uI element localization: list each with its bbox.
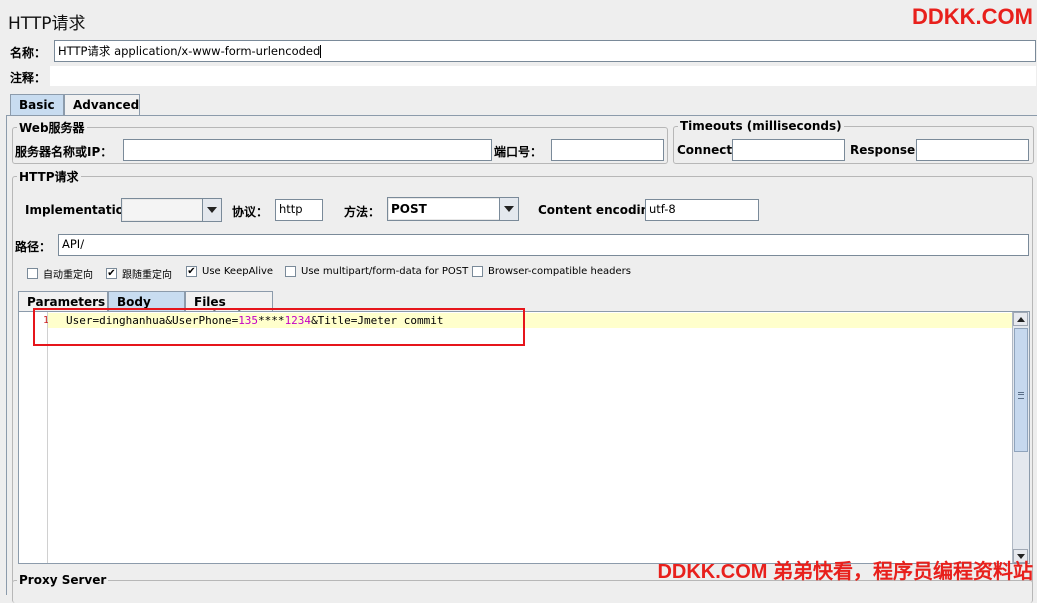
path-input[interactable]: API/ <box>58 234 1029 256</box>
protocol-input[interactable]: http <box>275 199 323 221</box>
proxy-server-legend: Proxy Server <box>19 573 107 587</box>
checkbox-box <box>285 266 296 277</box>
port-input[interactable] <box>551 139 664 161</box>
multipart-checkbox[interactable]: Use multipart/form-data for POST <box>285 266 468 277</box>
checkmark-icon: ✔ <box>106 268 117 279</box>
checkbox-label: Use multipart/form-data for POST <box>301 266 469 277</box>
encoding-input[interactable]: utf-8 <box>645 199 759 221</box>
method-label: 方法： <box>344 205 381 219</box>
scroll-up-button[interactable] <box>1013 312 1028 326</box>
web-server-legend: Web服务器 <box>19 121 85 135</box>
checkmark-icon: ✔ <box>186 266 197 277</box>
port-label: 端口号： <box>494 145 543 159</box>
browser-compatible-checkbox[interactable]: Browser-compatible headers <box>472 266 631 277</box>
name-input[interactable]: HTTP请求 application/x-www-form-urlencoded <box>54 40 1036 62</box>
http-request-legend: HTTP请求 <box>19 170 79 184</box>
watermark-bottom: DDKK.COM 弟弟快看，程序员编程资料站 <box>657 561 1033 583</box>
timeouts-legend: Timeouts (milliseconds) <box>680 119 842 133</box>
server-label: 服务器名称或IP： <box>15 145 113 159</box>
comment-label: 注释： <box>10 71 47 85</box>
follow-redirect-checkbox[interactable]: ✔ 跟随重定向 <box>106 266 172 281</box>
watermark-top: DDKK.COM <box>912 4 1033 29</box>
response-label: Response: <box>850 143 920 157</box>
method-value: POST <box>389 199 500 219</box>
implementation-value <box>123 200 203 220</box>
method-select[interactable]: POST <box>387 197 519 221</box>
connect-input[interactable] <box>732 139 845 161</box>
comment-input[interactable] <box>50 66 1036 86</box>
checkbox-label: 自动重定向 <box>43 270 93 281</box>
connect-label: Connect: <box>677 143 737 157</box>
response-input[interactable] <box>916 139 1029 161</box>
body-data-editor[interactable]: 1 User=dinghanhua&UserPhone=135****1234&… <box>18 311 1030 564</box>
checkbox-label: 跟随重定向 <box>122 270 172 281</box>
annotation-highlight-box <box>33 308 525 346</box>
chevron-down-icon[interactable] <box>202 199 221 221</box>
checkbox-box <box>27 268 38 279</box>
checkbox-label: Use KeepAlive <box>202 266 274 277</box>
auto-redirect-checkbox[interactable]: 自动重定向 <box>27 266 93 281</box>
name-input-value: HTTP请求 application/x-www-form-urlencoded <box>58 44 321 58</box>
checkbox-label: Browser-compatible headers <box>488 266 631 277</box>
tab-advanced[interactable]: Advanced <box>64 94 140 116</box>
path-label: 路径： <box>15 240 52 254</box>
window-title: HTTP请求 <box>8 14 86 34</box>
server-input[interactable] <box>123 139 492 161</box>
text-caret <box>320 45 322 58</box>
tab-basic[interactable]: Basic <box>10 94 64 116</box>
line-gutter <box>19 312 48 563</box>
chevron-down-icon[interactable] <box>499 198 518 220</box>
scroll-thumb[interactable] <box>1014 328 1028 452</box>
vertical-scrollbar[interactable] <box>1012 312 1029 563</box>
name-label: 名称： <box>10 46 47 60</box>
implementation-select[interactable] <box>121 198 222 222</box>
keepalive-checkbox[interactable]: ✔ Use KeepAlive <box>186 266 273 277</box>
protocol-label: 协议： <box>232 205 269 219</box>
encoding-label: Content encoding: <box>538 203 663 217</box>
checkbox-box <box>472 266 483 277</box>
